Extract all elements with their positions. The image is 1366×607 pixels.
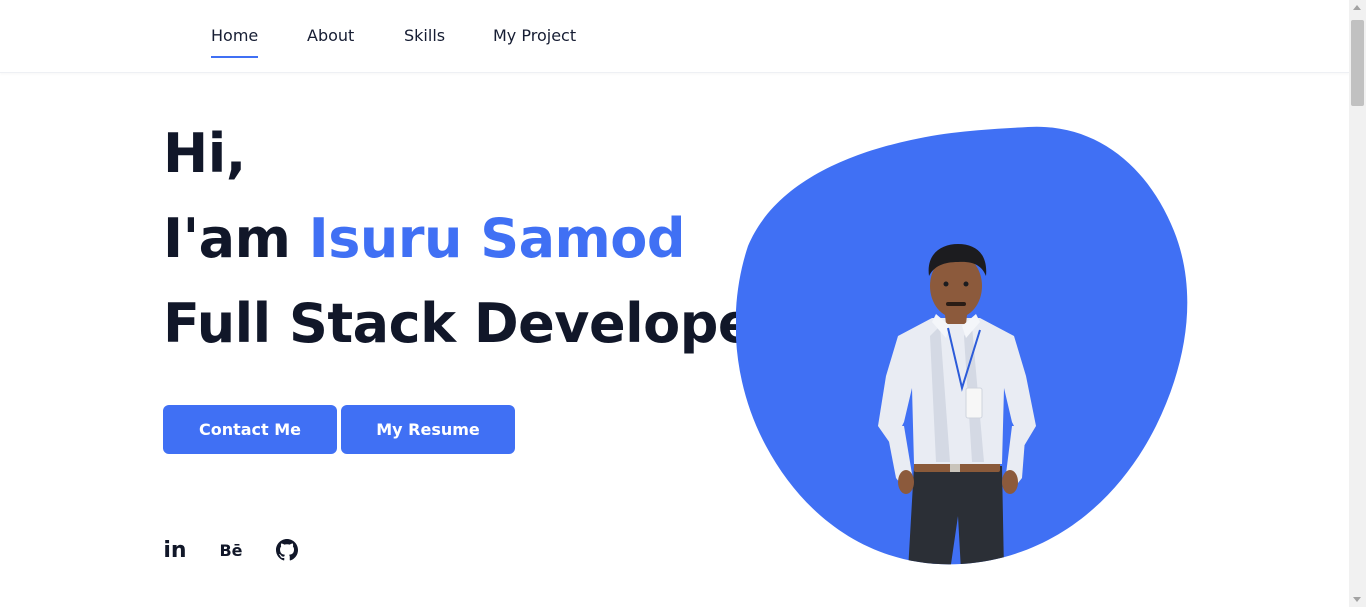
scroll-down-arrow-icon[interactable] <box>1353 597 1361 602</box>
hero-role: Full Stack Developer <box>163 292 781 355</box>
linkedin-icon[interactable]: in <box>163 538 187 563</box>
profile-blob <box>735 126 1188 566</box>
top-navbar: Home About Skills My Project <box>0 0 1349 73</box>
behance-icon[interactable]: Bē <box>218 538 244 562</box>
profile-illustration <box>735 126 1188 565</box>
my-resume-button[interactable]: My Resume <box>341 405 515 454</box>
nav-about-link[interactable]: About <box>307 26 354 45</box>
page-scrollbar[interactable] <box>1349 0 1366 607</box>
scroll-up-arrow-icon[interactable] <box>1353 5 1361 10</box>
scroll-thumb[interactable] <box>1351 20 1364 106</box>
hero-name: Isuru Samod <box>308 207 686 270</box>
hero-intro: I'am Isuru Samod <box>163 207 686 270</box>
nav-my-project-link[interactable]: My Project <box>493 26 576 45</box>
hero-intro-prefix: I'am <box>163 207 291 270</box>
github-glyph <box>276 539 298 561</box>
github-icon[interactable] <box>275 538 299 562</box>
hero-greeting: Hi, <box>163 122 246 185</box>
contact-me-button[interactable]: Contact Me <box>163 405 337 454</box>
nav-home-link[interactable]: Home <box>211 26 259 58</box>
nav-skills-link[interactable]: Skills <box>404 26 445 45</box>
